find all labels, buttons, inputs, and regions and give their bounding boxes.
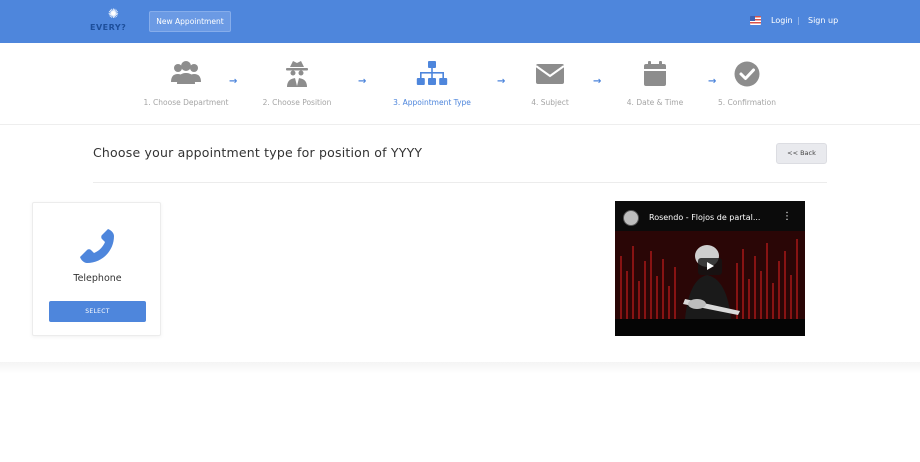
calendar-icon (644, 61, 666, 86)
step-label: 4. Subject (531, 98, 569, 107)
header-separator: | (797, 16, 800, 25)
appointment-type-card-telephone: Telephone SELECT (32, 202, 161, 336)
step-label: 2. Choose Position (262, 98, 332, 107)
step-confirmation[interactable]: 5. Confirmation (692, 60, 802, 107)
top-header: ✺ EVERY? New Appointment Login | Sign up (0, 0, 920, 43)
step-appointment-type[interactable]: 3. Appointment Type (377, 60, 487, 107)
signup-link[interactable]: Sign up (808, 15, 838, 27)
users-icon (171, 61, 201, 84)
step-arrow-icon: → (358, 76, 367, 87)
envelope-icon (535, 64, 565, 84)
us-flag-icon[interactable] (750, 16, 761, 25)
login-link[interactable]: Login (771, 15, 793, 27)
spy-icon (286, 61, 308, 87)
select-button[interactable]: SELECT (49, 301, 146, 322)
logo-text: EVERY? (90, 23, 127, 32)
phone-icon (80, 229, 114, 263)
video-title[interactable]: Rosendo - Flojos de partal... (649, 213, 789, 222)
check-circle-icon (734, 61, 760, 87)
logo-gear-icon: ✺ (108, 7, 119, 22)
step-label: 1. Choose Department (143, 98, 229, 107)
back-button[interactable]: << Back (776, 143, 827, 164)
step-choose-department[interactable]: 1. Choose Department (131, 60, 241, 107)
steps-bar: 1. Choose Department → 2. Choose Positio… (0, 43, 920, 125)
divider (93, 182, 827, 183)
step-subject[interactable]: 4. Subject (495, 60, 605, 107)
more-options-icon[interactable]: ⋮ (782, 211, 792, 223)
step-label: 3. Appointment Type (393, 98, 471, 107)
step-choose-position[interactable]: 2. Choose Position (242, 60, 352, 107)
new-appointment-button[interactable]: New Appointment (149, 11, 231, 32)
step-label: 5. Confirmation (717, 98, 777, 107)
sitemap-icon (416, 61, 448, 85)
channel-avatar[interactable] (623, 210, 639, 226)
play-button-icon[interactable] (698, 258, 722, 275)
appointment-type-label: Telephone (73, 273, 122, 284)
step-arrow-icon: → (229, 76, 238, 87)
logo[interactable]: ✺ EVERY? (90, 8, 138, 36)
page-title: Choose your appointment type for positio… (93, 145, 423, 160)
video-player[interactable]: Rosendo - Flojos de partal... ⋮ (615, 201, 805, 336)
section-bottom-shadow (0, 362, 920, 374)
